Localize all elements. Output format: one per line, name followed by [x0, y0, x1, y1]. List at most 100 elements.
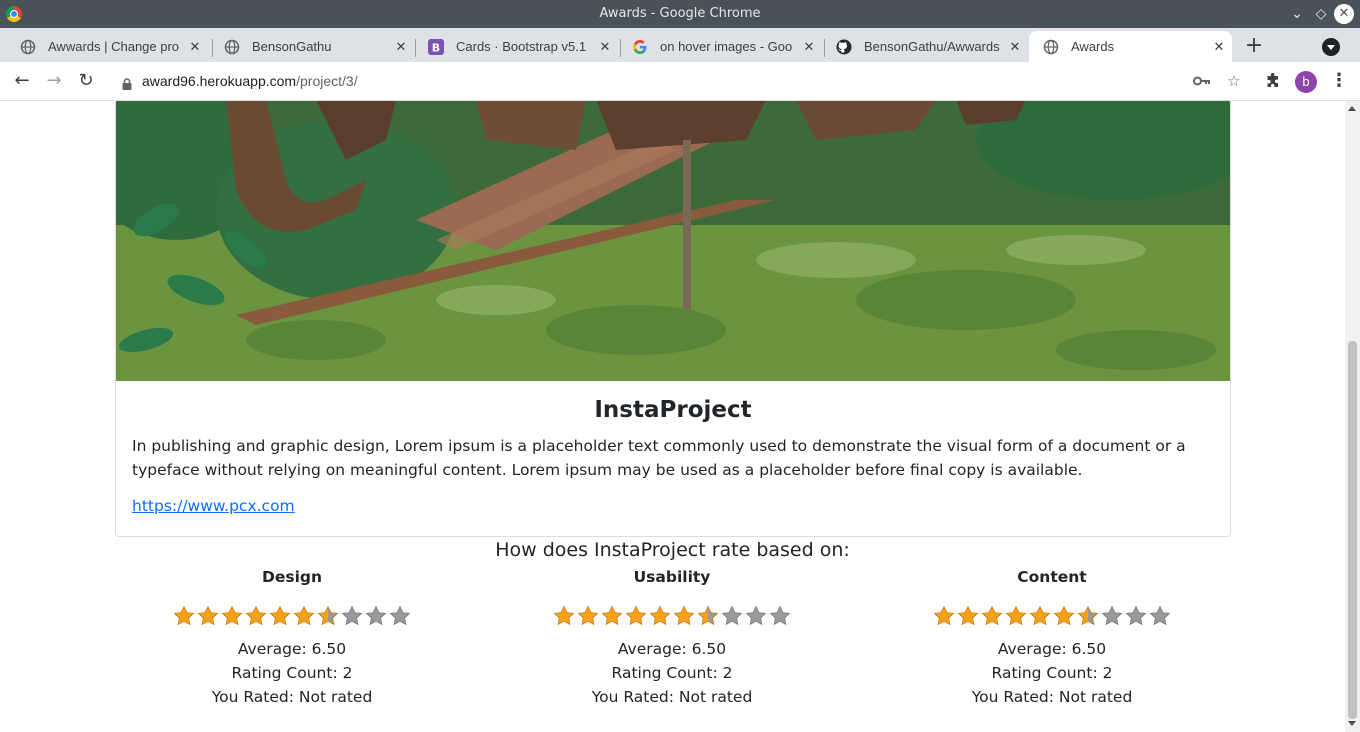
- tab-close-icon[interactable]: ✕: [800, 39, 818, 55]
- star-half-icon[interactable]: [317, 605, 339, 627]
- star-filled-icon[interactable]: [601, 605, 623, 627]
- vertical-scrollbar[interactable]: [1345, 101, 1360, 732]
- star-half-icon[interactable]: [1077, 605, 1099, 627]
- bookmark-star-icon[interactable]: ☆: [1224, 71, 1244, 91]
- star-empty-icon[interactable]: [389, 605, 411, 627]
- star-rating[interactable]: [902, 591, 1202, 637]
- project-card: InstaProject In publishing and graphic d…: [115, 101, 1231, 537]
- menu-dots-icon[interactable]: ⋮: [1330, 71, 1348, 91]
- rating-average: Average: 6.50: [237, 640, 347, 658]
- url-text[interactable]: award96.herokuapp.com/project/3/: [142, 73, 358, 89]
- tab-close-icon[interactable]: ✕: [392, 39, 410, 55]
- window-title: Awards - Google Chrome: [599, 6, 761, 21]
- tab-label: Awards: [1071, 39, 1115, 54]
- star-filled-icon[interactable]: [221, 605, 243, 627]
- star-filled-icon[interactable]: [957, 605, 979, 627]
- rating-count: Rating Count: 2: [231, 664, 353, 682]
- star-filled-icon[interactable]: [1029, 605, 1051, 627]
- project-title: InstaProject: [594, 397, 752, 423]
- star-empty-icon[interactable]: [721, 605, 743, 627]
- star-filled-icon[interactable]: [625, 605, 647, 627]
- star-half-icon[interactable]: [697, 605, 719, 627]
- svg-text:B: B: [432, 41, 440, 54]
- star-filled-icon[interactable]: [269, 605, 291, 627]
- google-icon: [632, 39, 648, 55]
- star-filled-icon[interactable]: [245, 605, 267, 627]
- you-rated: You Rated: Not rated: [971, 688, 1133, 706]
- project-link[interactable]: https://www.pcx.com: [132, 497, 295, 515]
- back-button[interactable]: ←: [10, 69, 34, 93]
- tab-close-icon[interactable]: ✕: [186, 39, 204, 55]
- tab-label: Awwards | Change pro: [48, 39, 180, 54]
- url-path: /project/3/: [296, 73, 358, 89]
- address-bar[interactable]: award96.herokuapp.com/project/3/: [110, 66, 1254, 97]
- window-titlebar: Awards - Google Chrome ⌄ ◇ ✕: [0, 0, 1360, 28]
- tab-bensongathu[interactable]: BensonGathu ✕: [210, 31, 414, 62]
- close-window-button[interactable]: ✕: [1334, 4, 1354, 24]
- you-rated: You Rated: Not rated: [591, 688, 753, 706]
- globe-icon: [20, 39, 36, 55]
- key-icon[interactable]: [1192, 71, 1212, 91]
- star-rating[interactable]: [142, 591, 442, 637]
- tab-label: BensonGathu: [252, 39, 332, 54]
- tab-close-icon[interactable]: ✕: [1006, 39, 1024, 55]
- minimize-icon[interactable]: ⌄: [1287, 4, 1307, 24]
- star-empty-icon[interactable]: [769, 605, 791, 627]
- tab-awards-active[interactable]: Awards ✕: [1029, 31, 1232, 62]
- tab-google-search[interactable]: on hover images - Goo ✕: [618, 31, 822, 62]
- star-filled-icon[interactable]: [1053, 605, 1075, 627]
- browser-toolbar: ← → ↻ award96.herokuapp.com/project/3/ ☆…: [0, 62, 1360, 101]
- star-empty-icon[interactable]: [341, 605, 363, 627]
- star-filled-icon[interactable]: [577, 605, 599, 627]
- star-filled-icon[interactable]: [293, 605, 315, 627]
- star-empty-icon[interactable]: [1149, 605, 1171, 627]
- star-filled-icon[interactable]: [933, 605, 955, 627]
- star-filled-icon[interactable]: [673, 605, 695, 627]
- star-filled-icon[interactable]: [553, 605, 575, 627]
- rating-content: Content Average: 6.50 Rating Count: 2 Yo…: [902, 567, 1202, 709]
- card-body: InstaProject In publishing and graphic d…: [116, 381, 1230, 536]
- new-tab-button[interactable]: +: [1243, 35, 1265, 58]
- star-empty-icon[interactable]: [745, 605, 767, 627]
- star-filled-icon[interactable]: [981, 605, 1003, 627]
- star-filled-icon[interactable]: [649, 605, 671, 627]
- you-rated: You Rated: Not rated: [211, 688, 373, 706]
- profile-avatar[interactable]: b: [1295, 71, 1317, 93]
- tab-strip: Awwards | Change pro ✕ BensonGathu ✕ B C…: [0, 28, 1360, 62]
- tab-search-icon[interactable]: [1322, 38, 1340, 56]
- lock-icon[interactable]: [122, 75, 132, 90]
- reload-button[interactable]: ↻: [74, 69, 98, 93]
- forward-button[interactable]: →: [42, 69, 66, 93]
- star-filled-icon[interactable]: [173, 605, 195, 627]
- tab-github-repo[interactable]: BensonGathu/Awwards ✕: [822, 31, 1028, 62]
- star-empty-icon[interactable]: [365, 605, 387, 627]
- tab-label: BensonGathu/Awwards: [864, 39, 1000, 54]
- rating-count: Rating Count: 2: [611, 664, 733, 682]
- tab-label: on hover images - Goo: [660, 39, 793, 54]
- scroll-up-arrow-icon[interactable]: [1348, 106, 1356, 111]
- scrollbar-thumb[interactable]: [1348, 341, 1357, 719]
- maximize-icon[interactable]: ◇: [1311, 4, 1331, 24]
- tab-close-icon[interactable]: ✕: [596, 39, 614, 55]
- tab-awwards-change[interactable]: Awwards | Change pro ✕: [6, 31, 208, 62]
- rating-category-label: Content: [1017, 568, 1087, 586]
- rating-usability: Usability Average: 6.50 Rating Count: 2 …: [522, 567, 822, 709]
- page-viewport: InstaProject In publishing and graphic d…: [0, 101, 1345, 732]
- star-rating[interactable]: [522, 591, 822, 637]
- tab-close-icon[interactable]: ✕: [1210, 39, 1228, 55]
- globe-icon: [224, 39, 240, 55]
- star-empty-icon[interactable]: [1125, 605, 1147, 627]
- star-filled-icon[interactable]: [1005, 605, 1027, 627]
- project-description: In publishing and graphic design, Lorem …: [132, 437, 1186, 479]
- bootstrap-icon: B: [428, 38, 444, 55]
- url-domain: award96.herokuapp.com: [142, 73, 297, 89]
- tab-label: Cards · Bootstrap v5.1: [456, 39, 587, 54]
- globe-icon: [1043, 39, 1059, 55]
- tab-bootstrap-cards[interactable]: B Cards · Bootstrap v5.1 ✕: [414, 31, 618, 62]
- extensions-icon[interactable]: [1263, 71, 1283, 91]
- rating-design: Design Average: 6.50 Rating Count: 2 You…: [142, 567, 442, 709]
- scroll-down-arrow-icon[interactable]: [1348, 721, 1356, 726]
- star-empty-icon[interactable]: [1101, 605, 1123, 627]
- github-icon: [836, 39, 852, 55]
- star-filled-icon[interactable]: [197, 605, 219, 627]
